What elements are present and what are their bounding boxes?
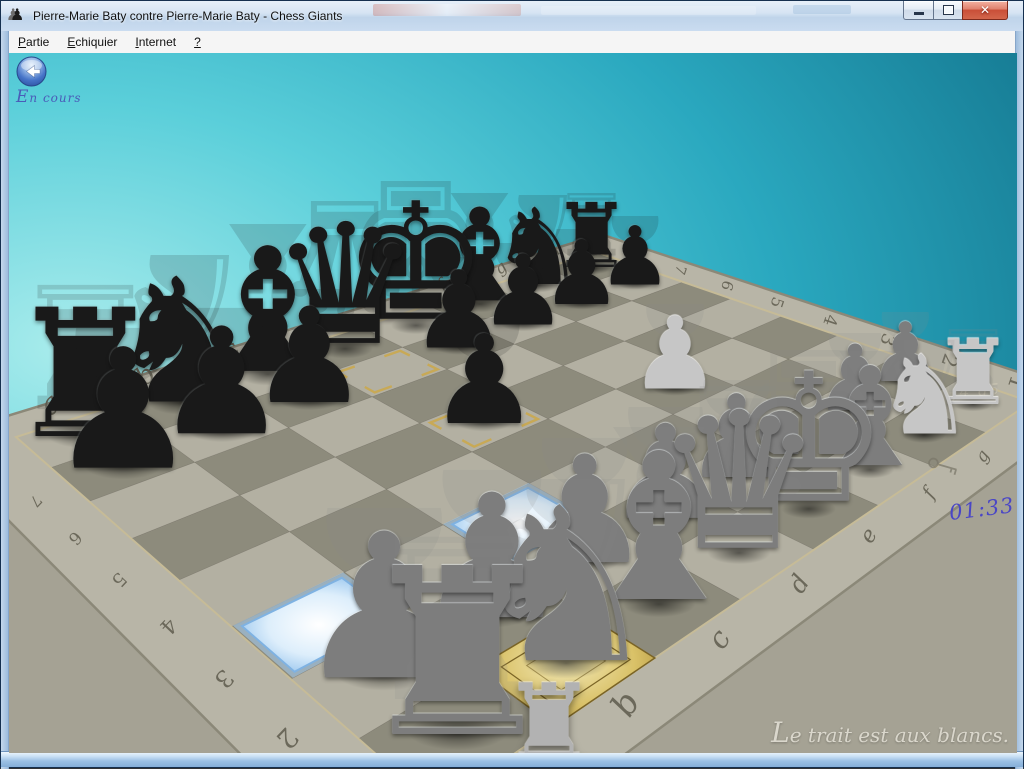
restore-icon — [943, 5, 954, 15]
window-border-left — [1, 31, 9, 769]
menu-item-internet[interactable]: Internet — [126, 31, 185, 52]
chessboard-3d: 1122334455667788aabbccddeeffgghh — [9, 53, 1017, 753]
minimize-button[interactable] — [903, 1, 933, 20]
window-border-bottom — [1, 751, 1023, 767]
turn-indicator-text: Le trait est aux blancs. — [771, 716, 1009, 749]
close-button[interactable]: ✕ — [962, 1, 1008, 20]
titlebar-reflection — [541, 6, 756, 15]
app-icon: ♟ — [10, 6, 28, 24]
game-status-label[interactable]: En cours — [16, 87, 82, 107]
window-controls: ✕ — [903, 1, 1008, 20]
app-window: ♟ Pierre-Marie Baty contre Pierre-Marie … — [0, 0, 1024, 768]
window-title: Pierre-Marie Baty contre Pierre-Marie Ba… — [33, 9, 342, 23]
back-arrow-icon — [16, 56, 47, 87]
menu-bar: PartieEchiquierInternet? — [9, 31, 1017, 53]
close-icon: ✕ — [980, 4, 990, 16]
menu-item-partie[interactable]: Partie — [9, 31, 58, 52]
game-scene: 1122334455667788aabbccddeeffgghh ♜♜♞♞♝♝♛… — [9, 53, 1017, 753]
titlebar-reflection — [793, 5, 851, 14]
menu-item-help[interactable]: ? — [185, 31, 210, 52]
menu-item-echiquier[interactable]: Echiquier — [58, 31, 126, 52]
minimize-icon — [914, 12, 924, 15]
titlebar[interactable]: ♟ Pierre-Marie Baty contre Pierre-Marie … — [1, 1, 1023, 32]
titlebar-reflection — [373, 4, 521, 16]
restore-button[interactable] — [933, 1, 962, 20]
back-button[interactable] — [16, 56, 47, 87]
